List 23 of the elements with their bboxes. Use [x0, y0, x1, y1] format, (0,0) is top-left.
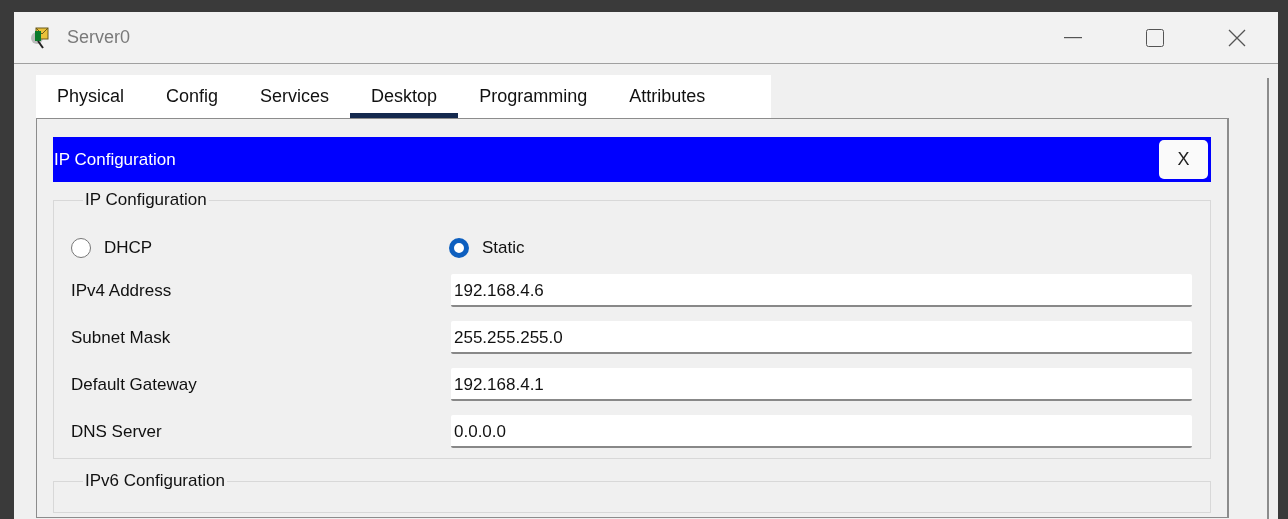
- radio-option[interactable]: Static: [449, 238, 827, 258]
- text-field[interactable]: 255.255.255.0: [451, 321, 1192, 354]
- text-field[interactable]: 0.0.0.0: [451, 415, 1192, 448]
- field-label: Subnet Mask: [71, 327, 172, 348]
- text-field[interactable]: 192.168.4.6: [451, 274, 1192, 307]
- field-label: Default Gateway: [71, 374, 198, 395]
- tab[interactable]: Services: [239, 75, 351, 118]
- text-field[interactable]: 192.168.4.1: [451, 368, 1192, 401]
- radio-option[interactable]: DHCP: [71, 238, 449, 258]
- minimize-icon[interactable]: [1064, 36, 1082, 39]
- panel-title: IP Configuration: [54, 149, 177, 170]
- tab[interactable]: Programming: [458, 75, 609, 118]
- field-label: IPv4 Address: [71, 280, 173, 301]
- field-label: DNS Server: [71, 421, 163, 442]
- close-button[interactable]: X: [1159, 140, 1208, 179]
- maximize-icon[interactable]: [1146, 28, 1164, 47]
- tab[interactable]: Config: [145, 75, 240, 118]
- group-title: IP Configuration: [84, 190, 208, 210]
- window-title: Server0: [67, 27, 131, 48]
- group-title: IPv6 Configuration: [84, 471, 226, 491]
- tab[interactable]: Physical: [36, 75, 146, 118]
- close-icon[interactable]: [1228, 28, 1246, 47]
- tab[interactable]: Attributes: [608, 75, 727, 118]
